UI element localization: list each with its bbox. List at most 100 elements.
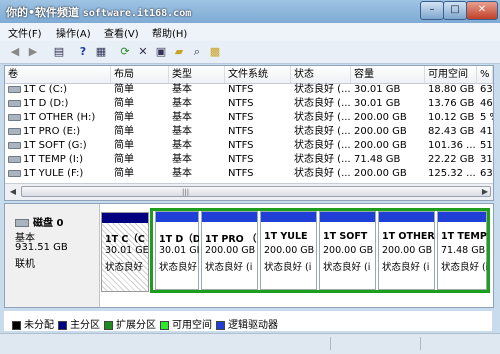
table-row[interactable]: 1T OTHER (H:) 简单 基本 NTFS 状态良好 (... 200.0… bbox=[5, 111, 493, 125]
col-filesystem[interactable]: 文件系统 bbox=[225, 66, 291, 83]
drive-icon bbox=[8, 155, 21, 163]
menu-help[interactable]: 帮助(H) bbox=[152, 25, 187, 40]
volume-label: 1T YULE (F:) bbox=[23, 168, 84, 179]
capacity-cell: 200.00 GB bbox=[354, 112, 407, 123]
col-capacity[interactable]: 容量 bbox=[351, 66, 425, 83]
legend-unallocated: 未分配 bbox=[12, 316, 54, 331]
legend-label: 主分区 bbox=[70, 320, 100, 331]
close-button[interactable]: ✕ bbox=[466, 1, 498, 20]
partition-c[interactable]: 1T C（C 30.01 GE 状态良好 bbox=[101, 212, 149, 292]
capacity-cell: 30.01 GB bbox=[354, 84, 401, 95]
col-free[interactable]: 可用空间 bbox=[425, 66, 477, 83]
status-cell: 状态良好 (... bbox=[294, 140, 351, 151]
table-row[interactable]: 1T SOFT (G:) 简单 基本 NTFS 状态良好 (... 200.00… bbox=[5, 139, 493, 153]
search-icon[interactable]: ⌕ bbox=[190, 45, 204, 59]
col-type[interactable]: 类型 bbox=[169, 66, 225, 83]
type-cell: 基本 bbox=[172, 98, 192, 109]
volume-label: 1T TEMP (I:) bbox=[23, 154, 84, 165]
partition-status: 状态良好 bbox=[159, 262, 198, 273]
table-row[interactable]: 1T C (C:) 简单 基本 NTFS 状态良好 (... 30.01 GB … bbox=[5, 83, 493, 97]
volume-label: 1T PRO (E:) bbox=[23, 126, 81, 137]
partition-soft[interactable]: 1T SOFT 200.00 GB 状态良好 (i bbox=[319, 211, 376, 290]
fs-cell: NTFS bbox=[228, 126, 254, 137]
title-bar: 你的•软件频道 software.it168.com – □ ✕ bbox=[0, 0, 500, 23]
partition-d[interactable]: 1T D（D 30.01 GI 状态良好 bbox=[155, 211, 199, 290]
partition-name: 1T SOFT bbox=[323, 231, 368, 242]
percent-cell: 63 bbox=[480, 84, 493, 95]
export-icon[interactable]: ▩ bbox=[208, 45, 222, 59]
maximize-button[interactable]: □ bbox=[443, 1, 467, 20]
volume-list: 卷 布局 类型 文件系统 状态 容量 可用空间 % 1T C (C:) 简单 基… bbox=[4, 65, 494, 201]
refresh-icon[interactable]: ⟳ bbox=[118, 45, 132, 59]
capacity-cell: 200.00 GB bbox=[354, 140, 407, 151]
type-cell: 基本 bbox=[172, 112, 192, 123]
partition-other[interactable]: 1T OTHER 200.00 GB 状态良好 (i bbox=[378, 211, 435, 290]
menu-action[interactable]: 操作(A) bbox=[56, 25, 91, 40]
status-divider bbox=[330, 337, 331, 350]
partition-size: 200.00 GB bbox=[382, 245, 433, 256]
scroll-right-icon[interactable]: ▶ bbox=[479, 186, 491, 198]
primary-bar bbox=[102, 213, 148, 223]
drive-icon bbox=[8, 85, 21, 93]
menu-bar: 文件(F) 操作(A) 查看(V) 帮助(H) bbox=[0, 23, 500, 41]
col-volume[interactable]: 卷 bbox=[5, 66, 111, 83]
drive-icon bbox=[8, 113, 21, 121]
free-cell: 18.80 GB bbox=[428, 84, 475, 95]
drive-icon bbox=[8, 141, 21, 149]
drive-icon bbox=[8, 99, 21, 107]
settings-icon[interactable]: ▣ bbox=[154, 45, 168, 59]
partition-status: 状态良好 (i bbox=[441, 262, 487, 273]
free-cell: 101.36 ... bbox=[428, 140, 476, 151]
horizontal-scrollbar[interactable]: ◀ ||| ▶ bbox=[5, 183, 493, 200]
volume-name: 1T PRO (E:) bbox=[5, 125, 111, 139]
disk-title: 磁盘 0 bbox=[15, 214, 63, 229]
status-cell: 状态良好 (... bbox=[294, 126, 351, 137]
fs-cell: NTFS bbox=[228, 84, 254, 95]
scroll-left-icon[interactable]: ◀ bbox=[7, 186, 19, 198]
partition-yule[interactable]: 1T YULE 200.00 GB 状态良好 (i bbox=[260, 211, 317, 290]
col-percent[interactable]: % bbox=[477, 66, 493, 83]
properties-icon[interactable]: ▦ bbox=[94, 45, 108, 59]
help-icon[interactable]: ? bbox=[76, 45, 90, 59]
percent-cell: 63 bbox=[480, 168, 493, 179]
type-cell: 基本 bbox=[172, 154, 192, 165]
layout-cell: 简单 bbox=[114, 84, 134, 95]
back-icon[interactable]: ◀ bbox=[8, 45, 22, 59]
logical-bar bbox=[261, 212, 316, 222]
free-cell: 22.22 GB bbox=[428, 154, 475, 165]
layout-cell: 简单 bbox=[114, 140, 134, 151]
partition-name: 1T YULE bbox=[264, 231, 308, 242]
title-text: 你的•软件频道 bbox=[6, 6, 80, 19]
disk-info[interactable]: 磁盘 0 基本 931.51 GB 联机 bbox=[5, 204, 100, 307]
legend-label: 可用空间 bbox=[172, 320, 212, 331]
table-row[interactable]: 1T D (D:) 简单 基本 NTFS 状态良好 (... 30.01 GB … bbox=[5, 97, 493, 111]
fs-cell: NTFS bbox=[228, 112, 254, 123]
delete-icon[interactable]: ✕ bbox=[136, 45, 150, 59]
swatch-icon bbox=[104, 320, 113, 330]
console-tree-icon[interactable]: ▤ bbox=[52, 45, 66, 59]
table-row[interactable]: 1T YULE (F:) 简单 基本 NTFS 状态良好 (... 200.00… bbox=[5, 167, 493, 181]
volume-label: 1T OTHER (H:) bbox=[23, 112, 96, 123]
window-title: 你的•软件频道 software.it168.com bbox=[6, 4, 191, 20]
forward-icon[interactable]: ▶ bbox=[26, 45, 40, 59]
menu-view[interactable]: 查看(V) bbox=[104, 25, 139, 40]
col-layout[interactable]: 布局 bbox=[111, 66, 169, 83]
scroll-thumb[interactable]: ||| bbox=[21, 186, 491, 197]
menu-file[interactable]: 文件(F) bbox=[8, 25, 42, 40]
partition-temp[interactable]: 1T TEMP 71.48 GB 状态良好 (i bbox=[437, 211, 487, 290]
grip-icon: ||| bbox=[182, 188, 190, 196]
fs-cell: NTFS bbox=[228, 140, 254, 151]
partition-name: 1T D（D bbox=[159, 234, 199, 245]
swatch-icon bbox=[160, 320, 169, 330]
minimize-button[interactable]: – bbox=[420, 1, 444, 20]
col-status[interactable]: 状态 bbox=[291, 66, 351, 83]
partition-size: 30.01 GI bbox=[159, 245, 199, 256]
partition-status: 状态良好 bbox=[105, 262, 144, 273]
table-row[interactable]: 1T PRO (E:) 简单 基本 NTFS 状态良好 (... 200.00 … bbox=[5, 125, 493, 139]
legend: 未分配 主分区 扩展分区 可用空间 逻辑驱动器 bbox=[4, 311, 492, 331]
table-row[interactable]: 1T TEMP (I:) 简单 基本 NTFS 状态良好 (... 71.48 … bbox=[5, 153, 493, 167]
partition-size: 200.00 GB bbox=[323, 245, 374, 256]
open-icon[interactable]: ▰ bbox=[172, 45, 186, 59]
legend-label: 未分配 bbox=[24, 320, 54, 331]
partition-pro[interactable]: 1T PRO （ 200.00 GB 状态良好 (i bbox=[201, 211, 258, 290]
